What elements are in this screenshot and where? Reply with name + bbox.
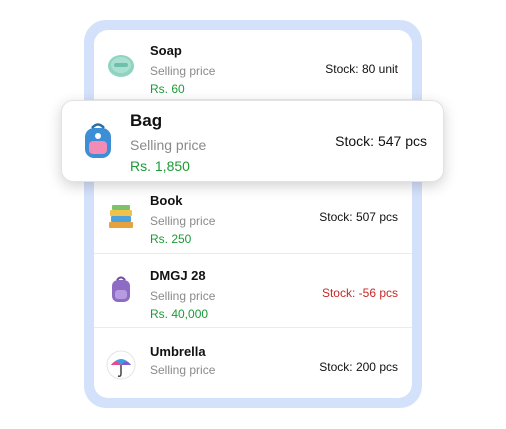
product-name: Soap bbox=[150, 43, 182, 58]
list-item-umbrella[interactable]: Umbrella Selling price Stock: 200 pcs bbox=[94, 328, 412, 398]
books-icon bbox=[106, 202, 136, 232]
highlighted-product-card-bag[interactable]: Bag Selling price Rs. 1,850 Stock: 547 p… bbox=[61, 100, 444, 182]
product-price: Rs. 60 bbox=[150, 82, 185, 96]
product-name: DMGJ 28 bbox=[150, 268, 206, 283]
product-name: Book bbox=[150, 193, 183, 208]
selling-price-label: Selling price bbox=[150, 64, 216, 78]
stock-value: Stock: 200 pcs bbox=[319, 360, 398, 374]
product-name: Bag bbox=[130, 111, 163, 130]
selling-price-label: Selling price bbox=[150, 289, 216, 303]
product-price: Rs. 250 bbox=[150, 232, 192, 246]
stock-value: Stock: 507 pcs bbox=[319, 210, 398, 224]
backpack-icon bbox=[106, 274, 136, 304]
product-price: Rs. 1,850 bbox=[130, 158, 190, 174]
soap-icon bbox=[106, 51, 136, 81]
list-item-soap[interactable]: Soap Selling price Rs. 60 Stock: 80 unit bbox=[94, 30, 412, 100]
stock-value: Stock: 80 unit bbox=[325, 62, 398, 76]
selling-price-label: Selling price bbox=[150, 214, 216, 228]
product-price: Rs. 40,000 bbox=[150, 307, 209, 321]
selling-price-label: Selling price bbox=[130, 137, 207, 153]
umbrella-icon bbox=[106, 350, 136, 380]
list-item-book[interactable]: Book Selling price Rs. 250 Stock: 507 pc… bbox=[94, 176, 412, 254]
selling-price-label: Selling price bbox=[150, 363, 216, 377]
product-name: Umbrella bbox=[150, 344, 206, 359]
product-list: Soap Selling price Rs. 60 Stock: 80 unit… bbox=[94, 30, 412, 398]
backpack-icon bbox=[78, 121, 118, 161]
stock-value: Stock: -56 pcs bbox=[321, 286, 398, 300]
stock-value: Stock: 547 pcs bbox=[335, 133, 427, 149]
list-item-dmgj-28[interactable]: DMGJ 28 Selling price Rs. 40,000 Stock: … bbox=[94, 254, 412, 328]
